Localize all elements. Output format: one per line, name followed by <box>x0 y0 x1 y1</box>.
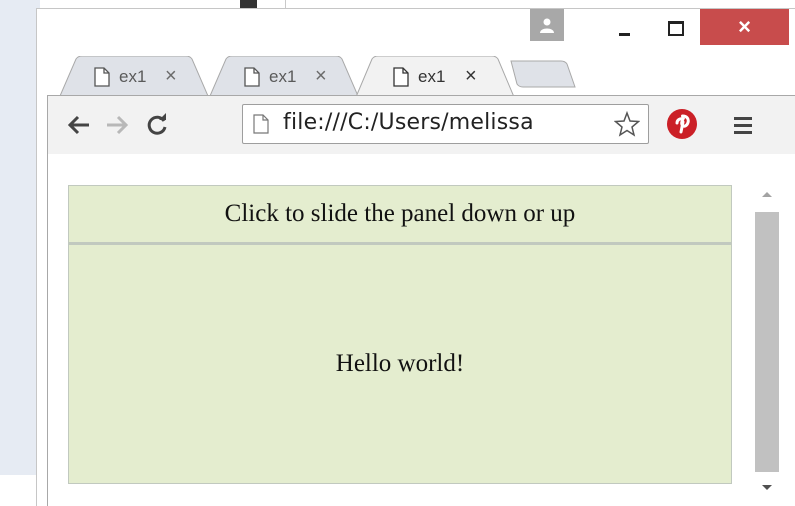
scroll-down-arrow-icon <box>762 485 772 490</box>
document-icon <box>244 67 260 87</box>
browser-toolbar: file:///C:/Users/melissa <box>47 95 795 154</box>
tab-close-icon[interactable]: × <box>315 65 327 88</box>
back-button[interactable] <box>66 112 92 138</box>
document-icon <box>393 67 409 87</box>
scroll-down-button[interactable] <box>753 478 781 498</box>
new-tab-button[interactable] <box>509 59 579 99</box>
tab-ex1-second[interactable]: ex1 × <box>209 56 359 96</box>
tab-label: ex1 <box>119 67 147 86</box>
page-viewport: Click to slide the panel down or up Hell… <box>47 154 795 506</box>
flip-toggle[interactable]: Click to slide the panel down or up <box>68 185 732 244</box>
bookmark-star-button[interactable] <box>612 110 642 138</box>
tab-label: ex1 <box>269 67 297 86</box>
tab-ex1-first[interactable]: ex1 × <box>59 56 209 96</box>
slide-panel: Hello world! <box>68 244 732 484</box>
vertical-scrollbar[interactable] <box>753 184 781 500</box>
minimize-button[interactable] <box>609 9 639 47</box>
tab-close-icon[interactable]: × <box>465 65 477 88</box>
close-window-button[interactable]: × <box>700 9 789 45</box>
scroll-thumb[interactable] <box>755 212 779 472</box>
desktop-background <box>0 0 40 475</box>
reload-button[interactable] <box>144 112 170 138</box>
profile-button[interactable] <box>530 9 564 41</box>
tab-label: ex1 <box>418 67 446 86</box>
close-icon: × <box>738 14 751 39</box>
scroll-up-arrow-icon <box>762 192 772 197</box>
page-icon <box>253 114 269 134</box>
url-text[interactable]: file:///C:/Users/melissa <box>283 110 534 135</box>
maximize-button[interactable] <box>661 9 691 47</box>
browser-window: × ex1 × ex1 × ex1 × file:///C:/Users/mel… <box>36 8 795 506</box>
forward-button[interactable] <box>104 112 130 138</box>
new-tab-icon <box>510 60 576 88</box>
forward-arrow-icon <box>107 115 129 135</box>
document-icon <box>94 67 110 87</box>
tab-ex1-active[interactable]: ex1 × <box>355 56 515 97</box>
pinterest-icon <box>667 109 697 139</box>
panel-text: Hello world! <box>335 350 465 377</box>
maximize-icon <box>668 20 684 36</box>
back-arrow-icon <box>67 115 89 135</box>
scroll-up-button[interactable] <box>753 184 781 204</box>
hamburger-menu-icon <box>734 117 752 134</box>
person-icon <box>540 18 554 33</box>
pinterest-extension-button[interactable] <box>666 108 698 140</box>
menu-button[interactable] <box>730 112 756 138</box>
address-bar[interactable]: file:///C:/Users/melissa <box>242 104 649 144</box>
reload-icon <box>147 113 167 135</box>
minimize-icon <box>618 32 630 36</box>
star-icon <box>614 111 640 137</box>
tab-close-icon[interactable]: × <box>165 65 177 88</box>
